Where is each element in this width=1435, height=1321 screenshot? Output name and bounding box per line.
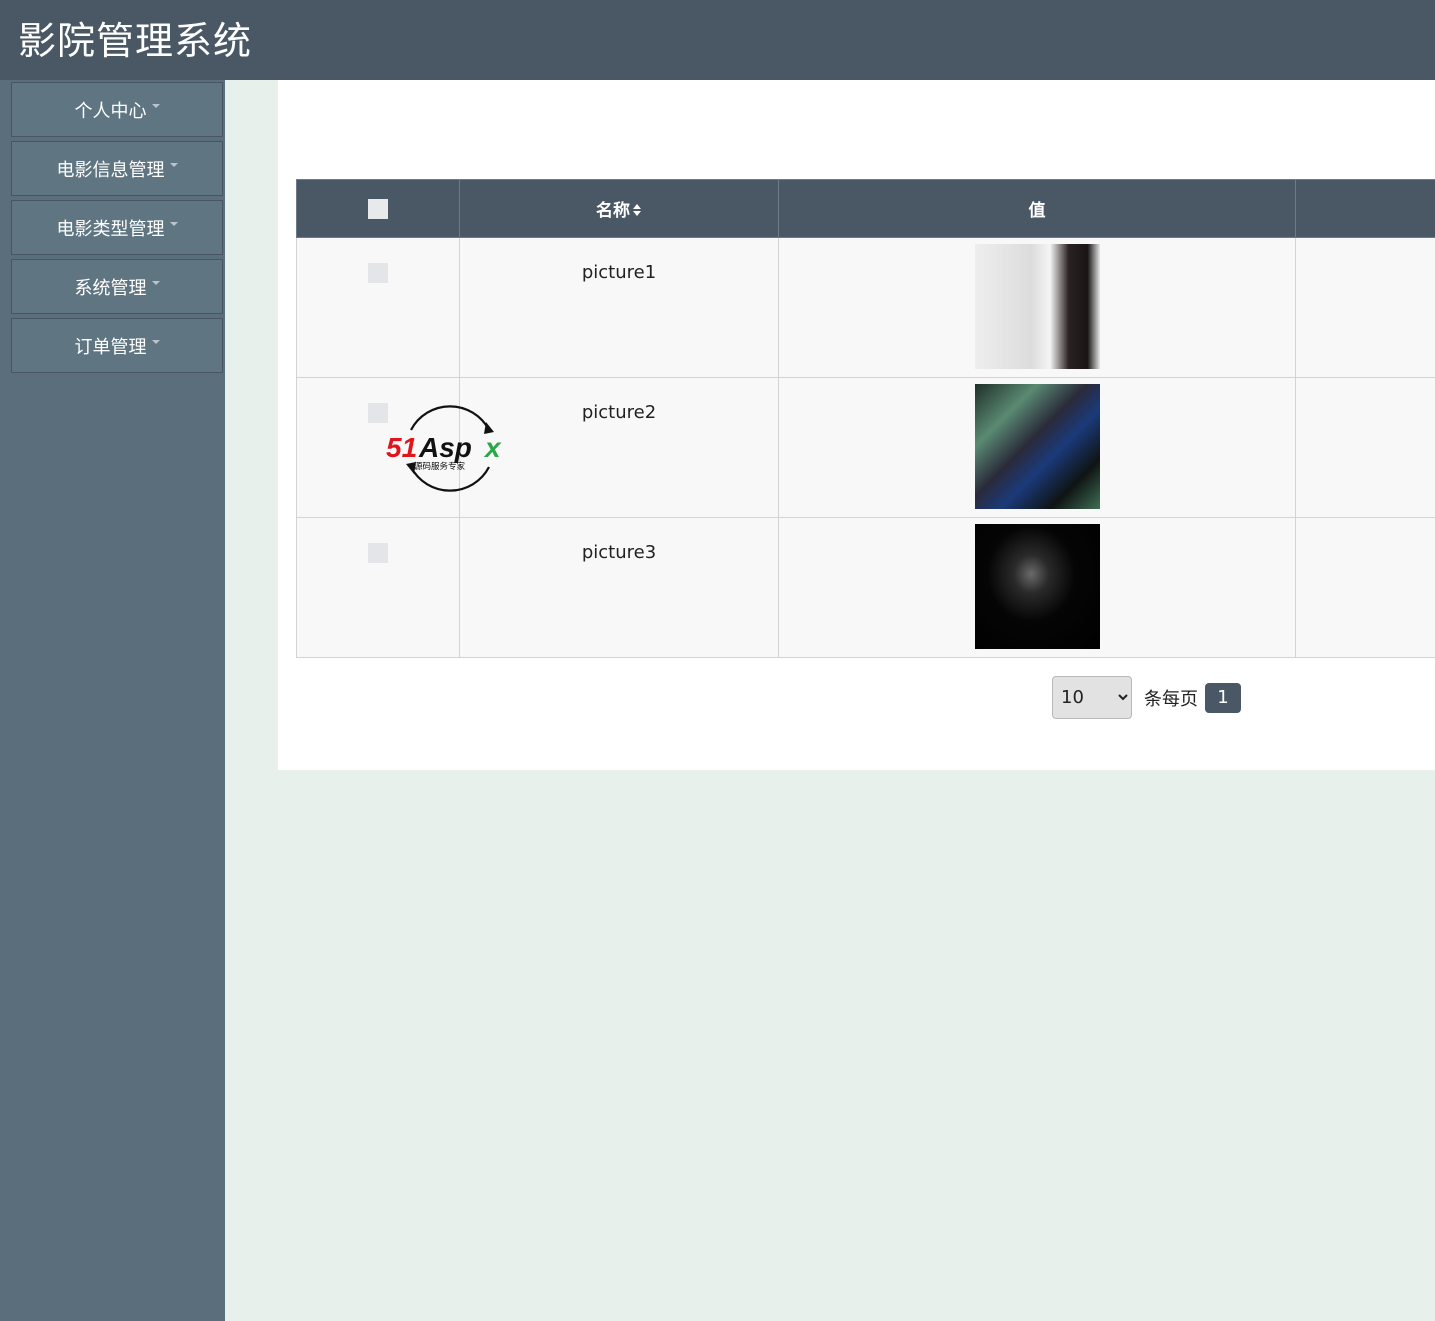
row-name: picture3 xyxy=(581,542,657,563)
sidebar-item-label: 电影类型管理 xyxy=(56,218,165,240)
caret-down-icon xyxy=(169,162,178,167)
value-cell xyxy=(778,237,1296,378)
name-cell: picture1 xyxy=(459,237,779,378)
per-page-label: 条每页 xyxy=(1144,688,1198,710)
value-cell xyxy=(778,377,1296,518)
column-header-value: 值 xyxy=(778,179,1296,238)
pagination: 10 条每页 1 xyxy=(1052,676,1241,719)
page-size-select[interactable]: 10 xyxy=(1052,676,1132,719)
caret-down-icon xyxy=(151,280,160,285)
row-select-cell xyxy=(296,517,460,658)
sidebar-item-label: 订单管理 xyxy=(74,336,147,358)
actions-cell xyxy=(1295,517,1435,658)
sidebar-item-personal-center[interactable]: 个人中心 xyxy=(11,82,223,137)
column-name-label: 名称 xyxy=(596,201,630,221)
row-select-cell xyxy=(296,237,460,378)
table-row: picture3 xyxy=(296,517,1435,658)
sidebar: 个人中心 电影信息管理 电影类型管理 系统管理 订单管理 xyxy=(0,80,225,1321)
column-header-name[interactable]: 名称 xyxy=(459,179,779,238)
sidebar-item-system[interactable]: 系统管理 xyxy=(11,259,223,314)
svg-text:Asp: Asp xyxy=(418,432,472,463)
value-cell xyxy=(778,517,1296,658)
top-header: 影院管理系统 xyxy=(0,0,1435,80)
watermark-logo: 51 Asp x 源码服务专家 xyxy=(386,405,502,492)
row-checkbox[interactable] xyxy=(368,543,388,563)
sidebar-item-label: 电影信息管理 xyxy=(56,159,165,181)
picture-thumbnail[interactable] xyxy=(974,384,1100,509)
actions-cell xyxy=(1295,377,1435,518)
name-cell: picture3 xyxy=(459,517,779,658)
caret-down-icon xyxy=(169,221,178,226)
actions-cell xyxy=(1295,237,1435,378)
sidebar-item-orders[interactable]: 订单管理 xyxy=(11,318,223,373)
column-value-label: 值 xyxy=(1028,201,1046,221)
row-checkbox[interactable] xyxy=(368,403,388,423)
table-header-row: 名称 值 xyxy=(296,179,1435,238)
picture-thumbnail[interactable] xyxy=(974,524,1100,649)
svg-text:51: 51 xyxy=(386,432,417,463)
svg-text:源码服务专家: 源码服务专家 xyxy=(414,461,466,472)
picture-thumbnail[interactable] xyxy=(974,244,1100,369)
caret-down-icon xyxy=(151,339,160,344)
sidebar-item-movie-type[interactable]: 电影类型管理 xyxy=(11,200,223,255)
table-row: picture1 xyxy=(296,237,1435,378)
row-checkbox[interactable] xyxy=(368,263,388,283)
sidebar-item-label: 系统管理 xyxy=(74,277,147,299)
select-all-checkbox[interactable] xyxy=(368,198,388,219)
select-all-header xyxy=(296,179,460,238)
caret-down-icon xyxy=(151,103,160,108)
sidebar-item-label: 个人中心 xyxy=(74,100,147,122)
sort-icon[interactable] xyxy=(633,204,642,216)
row-name: picture2 xyxy=(581,402,657,423)
sidebar-item-movie-info[interactable]: 电影信息管理 xyxy=(11,141,223,196)
column-header-actions xyxy=(1295,179,1435,238)
row-name: picture1 xyxy=(581,262,657,283)
svg-text:x: x xyxy=(483,432,502,463)
app-title: 影院管理系统 xyxy=(18,19,253,63)
page-number-button[interactable]: 1 xyxy=(1205,682,1241,713)
